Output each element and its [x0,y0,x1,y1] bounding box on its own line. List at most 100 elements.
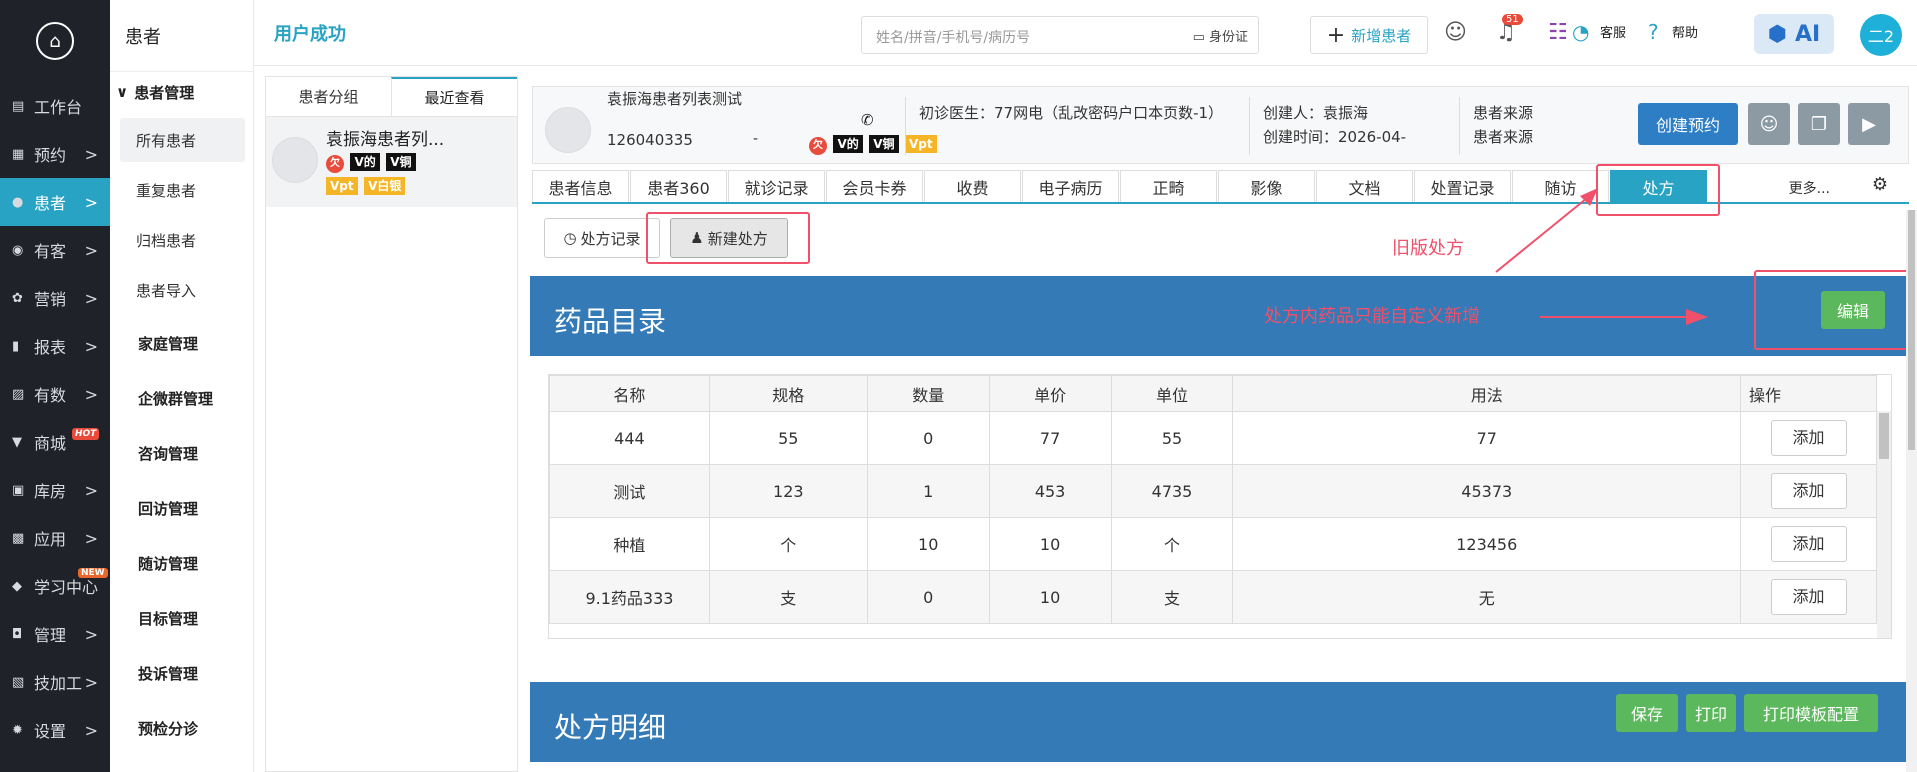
table-scrollbar[interactable] [1877,411,1891,638]
add-drug-button[interactable]: 添加 [1770,526,1847,562]
subnav-item-patient-import[interactable]: 患者导入 [120,268,245,312]
page-scrollbar[interactable] [1906,210,1917,772]
table-cell: 添加 [1740,517,1877,571]
scrollbar-thumb[interactable] [1879,413,1889,459]
new-badge: NEW [78,568,108,578]
column-header: 规格 [708,375,868,412]
tab-patient-group[interactable]: 患者分组 [266,77,391,116]
more-tabs-link[interactable]: 更多... [1789,178,1830,198]
print-button[interactable]: 打印 [1686,694,1736,732]
play-icon[interactable]: ▶ [1848,103,1890,145]
nav-item-manage[interactable]: ◘ 管理 > [0,610,110,658]
report-icon: ▮ [12,338,20,354]
edit-catalog-button[interactable]: 编辑 [1821,291,1885,329]
subnav-item-duplicate-patients[interactable]: 重复患者 [120,168,245,212]
table-cell: 支 [708,570,868,624]
print-template-button[interactable]: 打印模板配置 [1744,694,1878,732]
tab-3[interactable]: 会员卡券 [826,170,923,202]
nav-item-patient[interactable]: ● 患者 > [0,178,110,226]
patient-search-input[interactable]: 姓名/拼音/手机号/病历号 ▭ 身份证 [861,16,1259,54]
ai-button[interactable]: ⬢ AI [1754,14,1834,54]
nav-item-appointment[interactable]: ▦ 预约 > [0,130,110,178]
subnav-group-patient-management[interactable]: ∨ 患者管理 [110,72,253,112]
nav-item-data[interactable]: ▨ 有数 > [0,370,110,418]
add-drug-button[interactable]: 添加 [1770,473,1847,509]
source-label: 患者来源 [1473,104,1534,122]
table-cell: 77 [1232,411,1742,465]
wechat-icon[interactable]: ☺ [1444,20,1467,45]
nav-item-settings[interactable]: ✹ 设置 > [0,706,110,754]
gear-icon[interactable]: ⚙ [1872,174,1888,195]
prescription-history-button[interactable]: ◷ 处方记录 [544,218,660,258]
tab-4[interactable]: 收费 [924,170,1021,202]
nav-item-youke[interactable]: ◉ 有客 > [0,226,110,274]
nav-item-report[interactable]: ▮ 报表 > [0,322,110,370]
nav-item-learning[interactable]: ◆ 学习中心 NEW [0,562,110,610]
subnav-section-wecom[interactable]: 企微群管理 [110,371,253,426]
first-visit-doctor: 初诊医生：77网电（乱改密码户口本页数-1） [919,104,1224,122]
tab-6[interactable]: 正畸 [1120,170,1217,202]
tab-7[interactable]: 影像 [1218,170,1315,202]
owe-badge: 欠 [326,155,344,173]
tab-2[interactable]: 就诊记录 [728,170,825,202]
task-list-icon[interactable]: ☷ [1548,20,1568,45]
app-logo[interactable]: ⌂ [0,0,110,82]
add-patient-button[interactable]: + 新增患者 [1310,16,1428,54]
id-card-button[interactable]: ▭ 身份证 [1193,26,1248,45]
nav-item-label: 库房 [34,482,67,501]
mall-icon: ▼ [12,434,22,450]
tab-8[interactable]: 文档 [1316,170,1413,202]
subnav-item-archived-patients[interactable]: 归档患者 [120,218,245,262]
customer-service-link[interactable]: 客服 [1600,22,1626,41]
add-drug-button[interactable]: 添加 [1770,420,1847,456]
annotation-arrow [1495,188,1598,273]
nav-item-warehouse[interactable]: ▣ 库房 > [0,466,110,514]
clock-icon: ◷ [563,229,577,247]
table-cell: 10 [988,570,1112,624]
nav-item-mall[interactable]: ▼ 商城 HOT [0,418,110,466]
subnav-item-all-patients[interactable]: 所有患者 [120,118,245,162]
table-cell: 123 [708,464,868,518]
table-cell: 123456 [1232,517,1742,571]
annotation-old-prescription: 旧版处方 [1392,238,1464,259]
nav-item-workbench[interactable]: ▤ 工作台 [0,82,110,130]
subnav-section-triage[interactable]: 预检分诊 [110,701,253,756]
user-avatar[interactable]: 二2 [1860,14,1902,56]
patient-list-item[interactable]: 袁振海患者列... 欠 V的 V铜 Vpt V白银 [266,117,517,207]
headset-icon[interactable]: ◔ [1572,20,1589,44]
tab-1[interactable]: 患者360 [630,170,727,202]
table-cell: 个 [1110,517,1234,571]
drug-catalog-title: 药品目录 [554,305,667,338]
tag-badge: Vpt [904,135,937,153]
nav-item-technician[interactable]: ▧ 技加工 > [0,658,110,706]
tab-0[interactable]: 患者信息 [532,170,629,202]
table-cell: 添加 [1740,411,1877,465]
subnav-section-consult[interactable]: 咨询管理 [110,426,253,481]
tab-5[interactable]: 电子病历 [1022,170,1119,202]
save-button[interactable]: 保存 [1616,694,1678,732]
source-label: 患者来源 [1473,128,1534,146]
nav-item-marketing[interactable]: ✿ 营销 > [0,274,110,322]
page-scrollbar-thumb[interactable] [1908,210,1915,450]
table-cell: 0 [866,570,990,624]
table-cell: 测试 [549,464,710,518]
create-appointment-button[interactable]: 创建预约 [1638,103,1738,145]
main-content: 袁振海患者列表测试 126040335 - ✆ 欠 V的 V铜 Vpt 初诊医生… [530,76,1914,772]
nav-item-apps[interactable]: ▩ 应用 > [0,514,110,562]
phone-icon[interactable]: ✆ [861,111,874,129]
help-link[interactable]: 帮助 [1672,22,1698,41]
tab-recent[interactable]: 最近查看 [391,77,517,116]
subnav-section-complaint[interactable]: 投诉管理 [110,646,253,701]
subnav-section-target[interactable]: 目标管理 [110,591,253,646]
subnav-section-revisit[interactable]: 回访管理 [110,481,253,536]
subnav-section-followup[interactable]: 随访管理 [110,536,253,591]
add-drug-button[interactable]: 添加 [1770,579,1847,615]
wechat-icon[interactable]: ☺ [1748,103,1790,145]
copy-icon[interactable]: ❐ [1798,103,1840,145]
subnav-section-family[interactable]: 家庭管理 [110,316,253,371]
drug-catalog-table: 名称 规格 数量 单价 单位 用法 操作 444 55 0 77 55 77 添加 测试 123 1 453 47… [548,374,1892,639]
table-cell: 4735 [1110,464,1234,518]
help-icon[interactable]: ? [1648,20,1659,44]
chevron-right-icon: > [84,384,98,404]
annotation-box [1596,164,1720,216]
